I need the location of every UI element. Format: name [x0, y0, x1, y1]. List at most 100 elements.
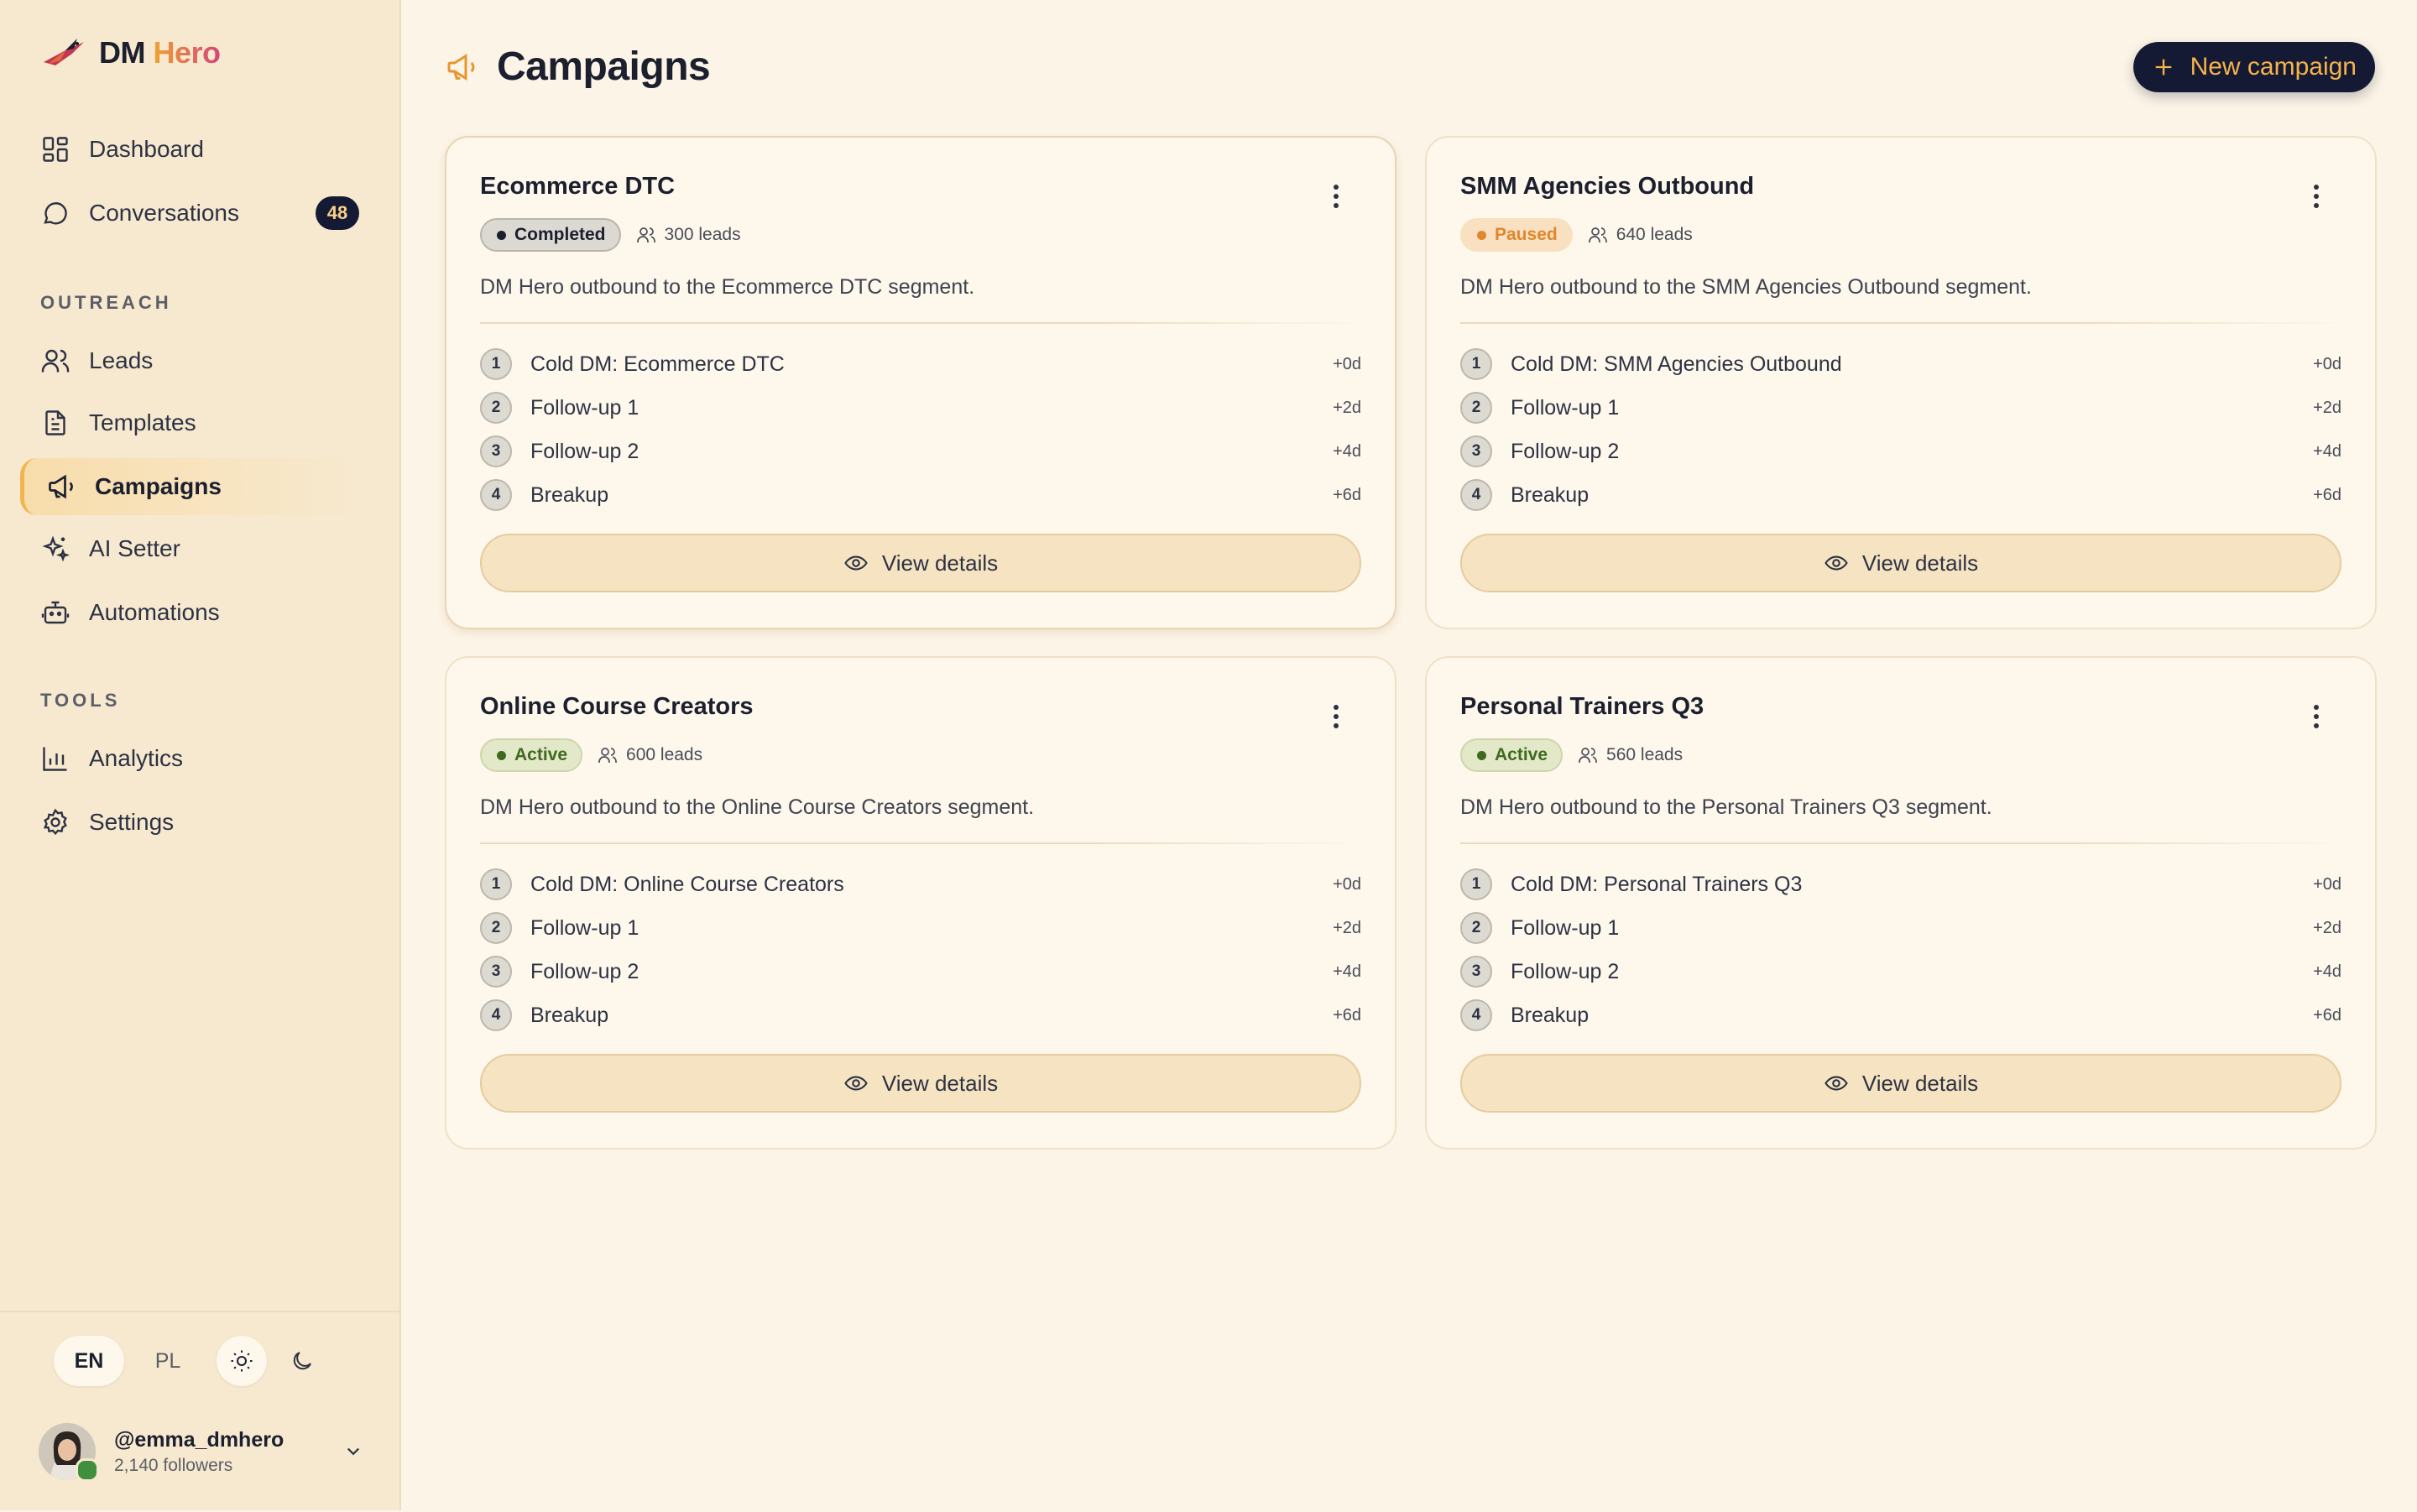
- lang-en-button[interactable]: EN: [54, 1336, 124, 1386]
- view-details-button[interactable]: View details: [480, 534, 1361, 592]
- brand-name: DM Hero: [99, 35, 221, 70]
- step-delay: +2d: [2313, 398, 2341, 417]
- view-details-button[interactable]: View details: [480, 1054, 1361, 1113]
- step-number: 3: [1460, 435, 1492, 467]
- step-number: 1: [480, 868, 512, 900]
- status-badge: Paused: [1460, 218, 1573, 252]
- sequence-steps: 1 Cold DM: Personal Trainers Q3 +0d 2 Fo…: [1460, 863, 2341, 1037]
- leads-count: 300 leads: [636, 225, 741, 245]
- status-label: Completed: [514, 225, 606, 244]
- campaign-title: Ecommerce DTC: [480, 173, 676, 200]
- sidebar-item-automations[interactable]: Automations: [20, 584, 359, 641]
- more-options-icon[interactable]: [1331, 185, 1341, 215]
- section-label-outreach: OUTREACH: [40, 292, 172, 313]
- campaign-card[interactable]: Online Course Creators Active 600 leads …: [445, 656, 1396, 1150]
- step-name: Breakup: [530, 482, 609, 507]
- users-icon: [636, 227, 655, 242]
- sidebar-item-campaigns[interactable]: Campaigns: [20, 458, 359, 515]
- step-number: 4: [1460, 479, 1492, 511]
- status-badge: Active: [1460, 738, 1563, 772]
- step-delay: +6d: [2313, 485, 2341, 504]
- sidebar-item-leads[interactable]: Leads: [20, 332, 359, 389]
- view-details-label: View details: [881, 550, 999, 576]
- step-delay: +0d: [2313, 354, 2341, 373]
- moon-icon: [293, 1352, 311, 1370]
- campaign-meta: Active 560 leads: [1460, 738, 1683, 772]
- step-number: 3: [480, 956, 512, 988]
- status-label: Active: [1495, 745, 1548, 764]
- chat-bubble-icon: [44, 202, 67, 225]
- step-delay: +4d: [2313, 441, 2341, 461]
- step-delay: +6d: [1333, 485, 1361, 504]
- step-name: Breakup: [1511, 1003, 1590, 1027]
- step-delay: +0d: [2313, 874, 2341, 894]
- step-number: 2: [1460, 392, 1492, 424]
- sidebar-item-conversations[interactable]: Conversations 48: [20, 185, 359, 242]
- leads-label: 640 leads: [1616, 225, 1693, 244]
- more-options-icon[interactable]: [2311, 705, 2321, 735]
- eye-icon: [1824, 555, 1848, 571]
- sidebar-item-analytics[interactable]: Analytics: [20, 730, 359, 787]
- step-name: Follow-up 1: [530, 395, 639, 420]
- campaign-card[interactable]: Personal Trainers Q3 Active 560 leads DM…: [1425, 656, 2377, 1150]
- view-details-button[interactable]: View details: [1460, 1054, 2341, 1113]
- step-name: Follow-up 1: [530, 915, 639, 940]
- online-status-indicator: [76, 1458, 99, 1482]
- sequence-step: 3 Follow-up 2 +4d: [1460, 950, 2341, 993]
- megaphone-icon: [49, 474, 73, 499]
- sidebar-item-templates[interactable]: Templates: [20, 394, 359, 451]
- divider: [480, 842, 1361, 844]
- users-icon: [41, 349, 70, 373]
- view-details-button[interactable]: View details: [1460, 534, 2341, 592]
- sequence-step: 3 Follow-up 2 +4d: [480, 950, 1361, 993]
- step-name: Cold DM: SMM Agencies Outbound: [1511, 352, 1842, 376]
- campaign-title: Online Course Creators: [480, 693, 754, 720]
- dashboard-icon: [43, 137, 68, 162]
- step-name: Cold DM: Personal Trainers Q3: [1511, 872, 1803, 896]
- sidebar-item-label: Conversations: [89, 200, 239, 226]
- sidebar-item-settings[interactable]: Settings: [20, 794, 359, 851]
- step-delay: +4d: [1333, 441, 1361, 461]
- dark-theme-button[interactable]: [277, 1336, 327, 1386]
- lang-pl-button[interactable]: PL: [133, 1336, 203, 1386]
- step-number: 2: [1460, 912, 1492, 944]
- step-number: 3: [480, 435, 512, 467]
- step-name: Cold DM: Online Course Creators: [530, 872, 844, 896]
- sequence-steps: 1 Cold DM: Online Course Creators +0d 2 …: [480, 863, 1361, 1037]
- brand[interactable]: DM Hero: [40, 32, 221, 74]
- user-menu[interactable]: @emma_dmhero 2,140 followers: [39, 1420, 366, 1483]
- theme-switcher: [217, 1336, 327, 1386]
- sequence-step: 3 Follow-up 2 +4d: [1460, 430, 2341, 473]
- step-number: 4: [480, 999, 512, 1031]
- sidebar-item-ai-setter[interactable]: AI Setter: [20, 520, 359, 577]
- sidebar-item-dashboard[interactable]: Dashboard: [20, 121, 359, 178]
- status-dot: [1477, 230, 1486, 240]
- status-dot: [497, 750, 506, 760]
- sidebar-item-label: Automations: [89, 599, 220, 625]
- step-delay: +2d: [1333, 918, 1361, 937]
- page-header: Campaigns: [445, 44, 711, 90]
- divider: [1460, 322, 2341, 324]
- campaign-meta: Paused 640 leads: [1460, 218, 1693, 252]
- sidebar-item-label: Leads: [89, 347, 154, 373]
- bar-chart-icon: [43, 747, 67, 771]
- sidebar-item-label: Campaigns: [95, 473, 222, 499]
- sparkles-icon: [42, 535, 70, 562]
- divider: [1460, 842, 2341, 844]
- megaphone-icon: [447, 53, 475, 81]
- more-options-icon[interactable]: [1331, 705, 1341, 735]
- more-options-icon[interactable]: [2311, 185, 2321, 215]
- app-root: DM Hero Dashboard Conversations 48 OUTRE…: [0, 0, 2417, 1510]
- new-campaign-button[interactable]: New campaign: [2132, 42, 2375, 92]
- step-delay: +0d: [1333, 874, 1361, 894]
- eye-icon: [844, 1076, 868, 1091]
- campaign-card[interactable]: SMM Agencies Outbound Paused 640 leads D…: [1425, 136, 2377, 629]
- users-icon: [1588, 227, 1607, 242]
- language-switcher: EN PL: [54, 1336, 203, 1386]
- campaign-card[interactable]: Ecommerce DTC Completed 300 leads DM Her…: [445, 136, 1396, 629]
- campaign-title: SMM Agencies Outbound: [1460, 173, 1755, 200]
- robot-icon: [41, 601, 70, 624]
- leads-count: 560 leads: [1578, 745, 1683, 765]
- light-theme-button[interactable]: [217, 1336, 267, 1386]
- campaign-description: DM Hero outbound to the Personal Trainer…: [1460, 795, 1992, 819]
